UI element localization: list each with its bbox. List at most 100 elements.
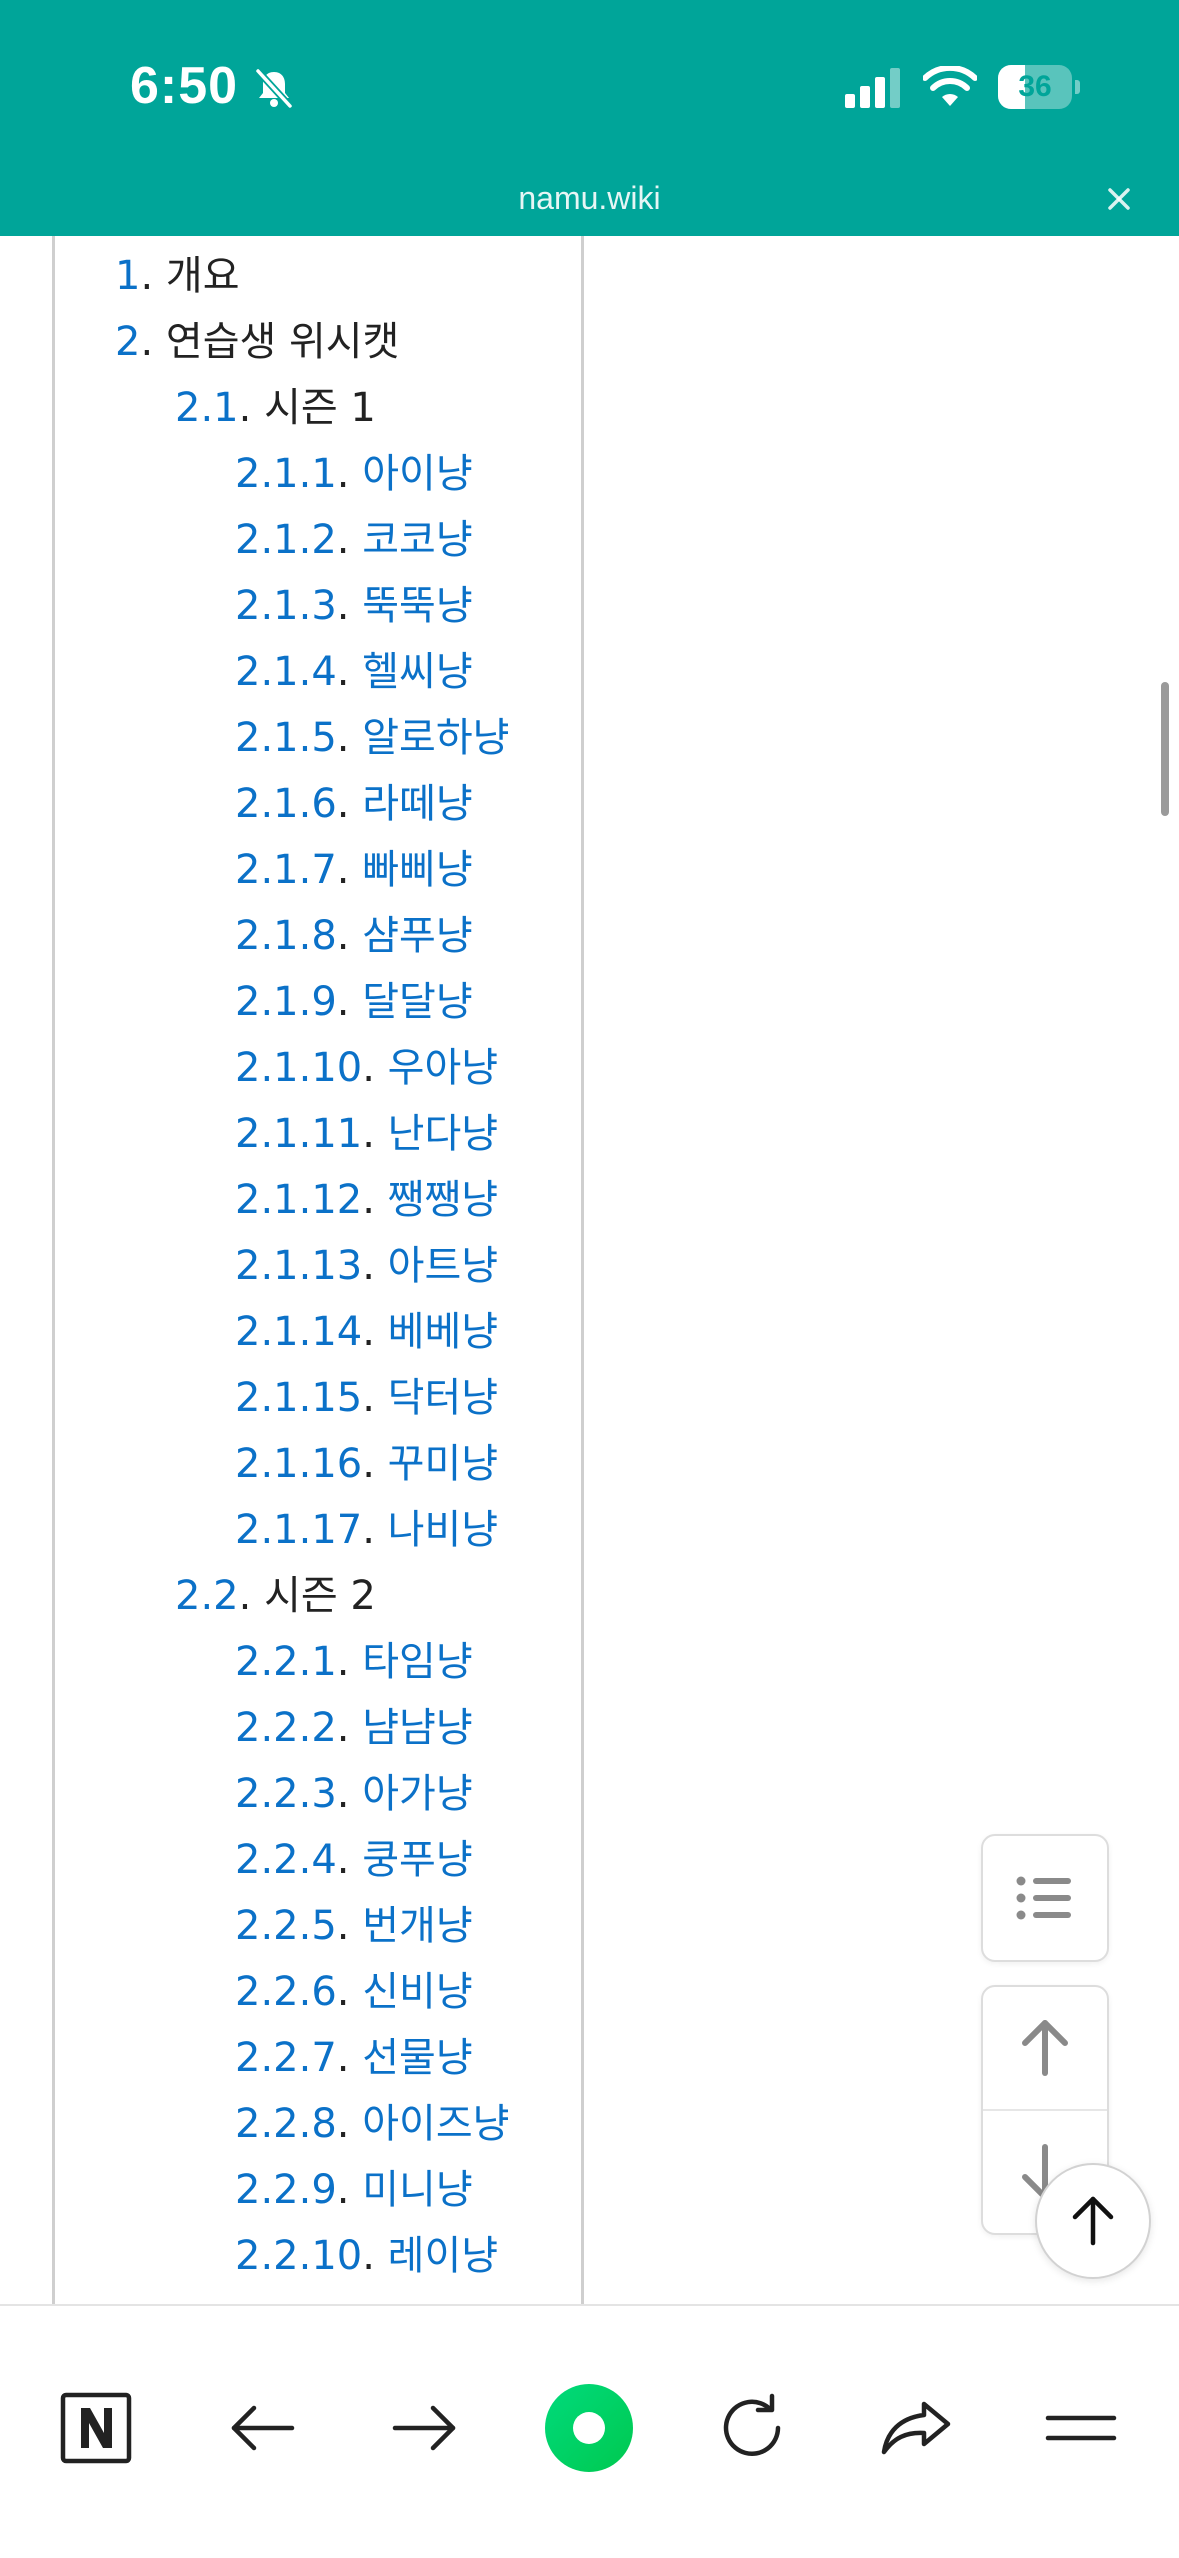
- toc-item-title[interactable]: 난다냥: [388, 1111, 498, 1157]
- toc-item-title[interactable]: 미니냥: [362, 2167, 472, 2213]
- arrow-up-icon[interactable]: [983, 1987, 1107, 2109]
- toc-item-title[interactable]: 쿵푸냥: [362, 1837, 472, 1883]
- toc-item-title[interactable]: 아트냥: [388, 1243, 498, 1289]
- toc-item[interactable]: 2.2. 시즌 2: [55, 1563, 581, 1629]
- toc-item-title[interactable]: 베베냥: [388, 1309, 498, 1355]
- toc-item-title[interactable]: 알로하냥: [362, 715, 509, 761]
- toc-item[interactable]: 2.1.6. 라떼냥: [55, 771, 581, 837]
- toc-item[interactable]: 1. 개요: [55, 243, 581, 309]
- toc-item[interactable]: 2.1.13. 아트냥: [55, 1233, 581, 1299]
- url-label[interactable]: namu.wiki: [0, 180, 1179, 217]
- toc-item[interactable]: 2.1.4. 헬씨냥: [55, 639, 581, 705]
- toc-item[interactable]: 2.1.8. 샴푸냥: [55, 903, 581, 969]
- toc-item-title[interactable]: 샴푸냥: [362, 913, 472, 959]
- toc-item-number[interactable]: 2.2: [175, 1573, 239, 1619]
- toc-item-title[interactable]: 꾸미냥: [388, 1441, 498, 1487]
- toc-item-number[interactable]: 2.2.2: [235, 1705, 337, 1751]
- toc-item-number[interactable]: 2.2.5: [235, 1903, 337, 1949]
- toc-item[interactable]: 2.1. 시즌 1: [55, 375, 581, 441]
- toc-item[interactable]: 2.2.6. 신비냥: [55, 1959, 581, 2025]
- toc-item-title[interactable]: 달달냥: [362, 979, 472, 1025]
- toc-item[interactable]: 2.2.9. 미니냥: [55, 2157, 581, 2223]
- toc-toggle-button[interactable]: [981, 1834, 1109, 1962]
- toc-item[interactable]: 2.2.3. 아가냥: [55, 1761, 581, 1827]
- naver-home-button[interactable]: [46, 2378, 146, 2478]
- toc-item[interactable]: 2.2.4. 쿵푸냥: [55, 1827, 581, 1893]
- toc-item[interactable]: 2.1.2. 코코냥: [55, 507, 581, 573]
- toc-item-number[interactable]: 2.2.1: [235, 1639, 337, 1685]
- toc-item-title[interactable]: 뚝뚝냥: [362, 583, 472, 629]
- toc-item[interactable]: 2.2.5. 번개냥: [55, 1893, 581, 1959]
- toc-item-title[interactable]: 라떼냥: [362, 781, 472, 827]
- toc-item-number[interactable]: 2.1.11: [235, 1111, 362, 1157]
- toc-item-title[interactable]: 헬씨냥: [362, 649, 472, 695]
- toc-item[interactable]: 2.2.2. 냠냠냥: [55, 1695, 581, 1761]
- toc-item-number[interactable]: 2.1.14: [235, 1309, 362, 1355]
- toc-item[interactable]: 2.1.3. 뚝뚝냥: [55, 573, 581, 639]
- toc-item[interactable]: 2.1.16. 꾸미냥: [55, 1431, 581, 1497]
- toc-item-number[interactable]: 2: [115, 319, 140, 365]
- toc-item-title[interactable]: 우아냥: [388, 1045, 498, 1091]
- toc-item-number[interactable]: 2.1.6: [235, 781, 337, 827]
- toc-item-title[interactable]: 번개냥: [362, 1903, 472, 1949]
- toc-item-number[interactable]: 2.1.15: [235, 1375, 362, 1421]
- toc-item-number[interactable]: 2.1.8: [235, 913, 337, 959]
- toc-item-title[interactable]: 아이냥: [362, 451, 472, 497]
- toc-item-number[interactable]: 2.1.3: [235, 583, 337, 629]
- toc-item-number[interactable]: 2.1.16: [235, 1441, 362, 1487]
- toc-item-title[interactable]: 닥터냥: [388, 1375, 498, 1421]
- toc-item[interactable]: 2.1.5. 알로하냥: [55, 705, 581, 771]
- toc-item-number[interactable]: 2.1.1: [235, 451, 337, 497]
- toc-item-title[interactable]: 쨍쨍냥: [388, 1177, 498, 1223]
- toc-item-number[interactable]: 2.1.17: [235, 1507, 362, 1553]
- toc-item[interactable]: 2.1.7. 빠삐냥: [55, 837, 581, 903]
- toc-item-number[interactable]: 2.1: [175, 385, 239, 431]
- close-icon[interactable]: [1100, 180, 1138, 218]
- toc-item[interactable]: 2.1.17. 나비냥: [55, 1497, 581, 1563]
- menu-button[interactable]: [1031, 2378, 1131, 2478]
- toc-item-number[interactable]: 2.1.9: [235, 979, 337, 1025]
- share-button[interactable]: [866, 2378, 966, 2478]
- toc-item-number[interactable]: 2.1.7: [235, 847, 337, 893]
- toc-item-number[interactable]: 2.1.10: [235, 1045, 362, 1091]
- toc-item[interactable]: 2. 연습생 위시캣: [55, 309, 581, 375]
- toc-item-number[interactable]: 2.2.4: [235, 1837, 337, 1883]
- toc-item[interactable]: 2.2.1. 타임냥: [55, 1629, 581, 1695]
- toc-item[interactable]: 2.2.10. 레이냥: [55, 2223, 581, 2289]
- toc-item-title[interactable]: 선물냥: [362, 2035, 472, 2081]
- toc-item-title[interactable]: 코코냥: [362, 517, 472, 563]
- reload-button[interactable]: [702, 2378, 802, 2478]
- toc-item-title[interactable]: 아가냥: [362, 1771, 472, 1817]
- toc-item-title[interactable]: 신비냥: [362, 1969, 472, 2015]
- toc-item-number[interactable]: 2.1.2: [235, 517, 337, 563]
- toc-item-number[interactable]: 2.2.3: [235, 1771, 337, 1817]
- toc-item-number[interactable]: 2.2.6: [235, 1969, 337, 2015]
- forward-button[interactable]: [375, 2378, 475, 2478]
- toc-item-title[interactable]: 레이냥: [388, 2233, 498, 2279]
- green-dot-button[interactable]: [539, 2378, 639, 2478]
- toc-item[interactable]: 2.1.14. 베베냥: [55, 1299, 581, 1365]
- toc-item-title[interactable]: 타임냥: [362, 1639, 472, 1685]
- scroll-to-top-button[interactable]: [1035, 2163, 1151, 2279]
- toc-item[interactable]: 2.1.12. 쨍쨍냥: [55, 1167, 581, 1233]
- toc-item[interactable]: 2.2.7. 선물냥: [55, 2025, 581, 2091]
- toc-item-number[interactable]: 2.1.12: [235, 1177, 362, 1223]
- back-button[interactable]: [212, 2378, 312, 2478]
- toc-item[interactable]: 2.1.9. 달달냥: [55, 969, 581, 1035]
- toc-item-title[interactable]: 아이즈냥: [362, 2101, 509, 2147]
- toc-item-title[interactable]: 빠삐냥: [362, 847, 472, 893]
- toc-item-number[interactable]: 1: [115, 253, 140, 299]
- toc-item[interactable]: 2.1.15. 닥터냥: [55, 1365, 581, 1431]
- toc-item[interactable]: 2.2.8. 아이즈냥: [55, 2091, 581, 2157]
- toc-item-number[interactable]: 2.2.9: [235, 2167, 337, 2213]
- toc-item-number[interactable]: 2.2.10: [235, 2233, 362, 2279]
- toc-item-number[interactable]: 2.2.7: [235, 2035, 337, 2081]
- toc-item-number[interactable]: 2.1.5: [235, 715, 337, 761]
- toc-item[interactable]: 2.1.10. 우아냥: [55, 1035, 581, 1101]
- toc-item-number[interactable]: 2.2.8: [235, 2101, 337, 2147]
- toc-item-title[interactable]: 나비냥: [388, 1507, 498, 1553]
- toc-item[interactable]: 2.1.11. 난다냥: [55, 1101, 581, 1167]
- toc-item-title[interactable]: 냠냠냥: [362, 1705, 472, 1751]
- scrollbar[interactable]: [1161, 682, 1169, 816]
- toc-item[interactable]: 2.1.1. 아이냥: [55, 441, 581, 507]
